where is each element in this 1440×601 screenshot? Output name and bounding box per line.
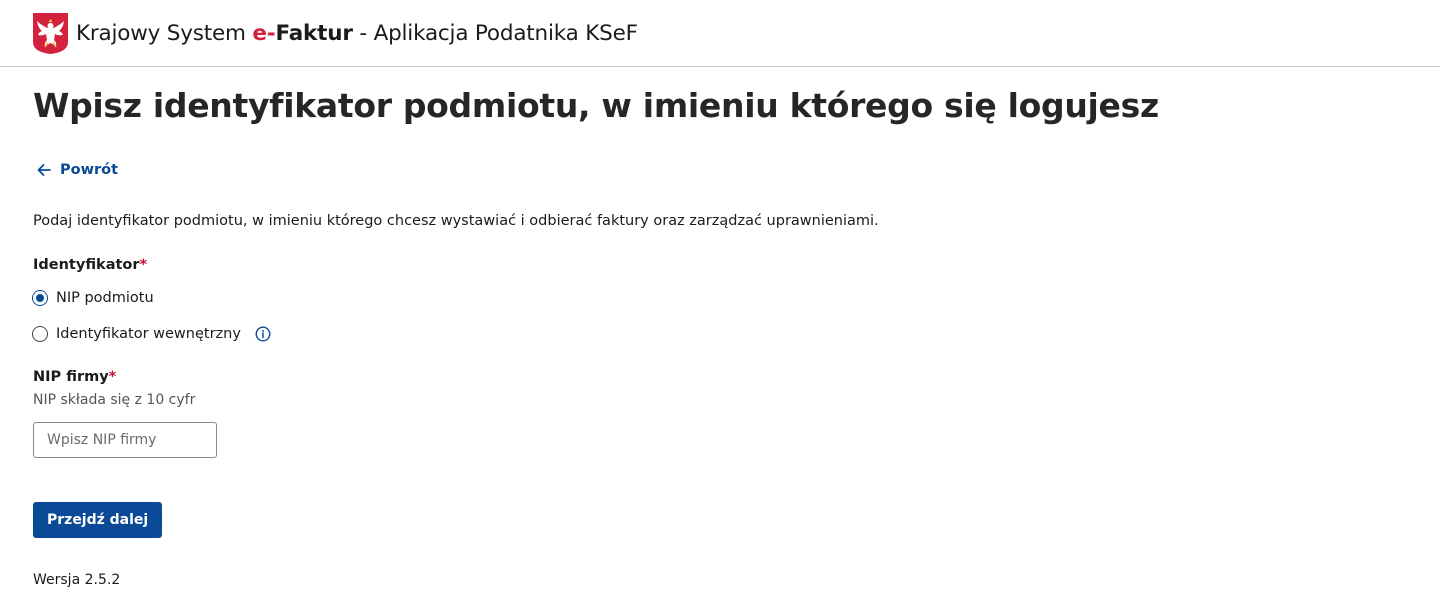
arrow-left-icon bbox=[37, 164, 51, 176]
app-title-brand-rest: Faktur bbox=[275, 20, 353, 46]
nip-hint: NIP składa się z 10 cyfr bbox=[33, 392, 196, 408]
info-icon[interactable] bbox=[255, 326, 271, 342]
radio-option-nip[interactable]: NIP podmiotu bbox=[32, 290, 154, 306]
nip-input[interactable] bbox=[33, 422, 217, 458]
radio-option-internal-id[interactable]: Identyfikator wewnętrzny bbox=[32, 326, 271, 342]
next-button[interactable]: Przejdź dalej bbox=[33, 502, 163, 538]
identifier-label: Identyfikator* bbox=[33, 257, 147, 273]
page-title: Wpisz identyfikator podmiotu, w imieniu … bbox=[33, 86, 1159, 125]
required-mark: * bbox=[108, 369, 117, 385]
version-label: Wersja 2.5.2 bbox=[33, 572, 121, 588]
identifier-label-text: Identyfikator bbox=[33, 257, 140, 273]
radio-label-internal-id: Identyfikator wewnętrzny bbox=[56, 326, 241, 342]
radio-button-internal-id[interactable] bbox=[32, 326, 48, 342]
app-title-brand: e-Faktur bbox=[252, 20, 353, 46]
app-title-suffix: - Aplikacja Podatnika KSeF bbox=[352, 20, 638, 46]
app-title-brand-e: e- bbox=[252, 20, 276, 46]
app-header: Krajowy System e-Faktur - Aplikacja Poda… bbox=[0, 0, 1440, 67]
back-link-label: Powrót bbox=[60, 162, 119, 178]
app-title-prefix: Krajowy System bbox=[76, 20, 253, 46]
page-description: Podaj identyfikator podmiotu, w imieniu … bbox=[33, 213, 879, 229]
nip-label: NIP firmy* bbox=[33, 369, 116, 385]
required-mark: * bbox=[139, 257, 148, 273]
back-link[interactable]: Powrót bbox=[36, 162, 118, 178]
nip-label-text: NIP firmy bbox=[33, 369, 109, 385]
radio-button-nip[interactable] bbox=[32, 290, 48, 306]
radio-label-nip: NIP podmiotu bbox=[56, 290, 154, 306]
polish-eagle-emblem-icon bbox=[33, 12, 68, 54]
app-title: Krajowy System e-Faktur - Aplikacja Poda… bbox=[76, 21, 638, 46]
